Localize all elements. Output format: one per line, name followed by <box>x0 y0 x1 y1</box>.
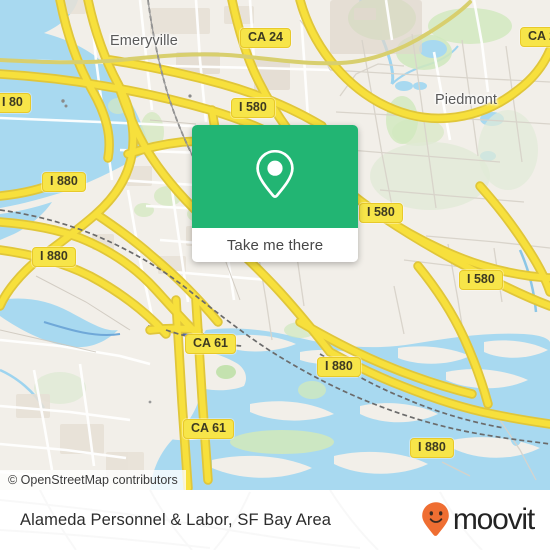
osm-attribution-text: © OpenStreetMap contributors <box>8 473 178 487</box>
road-shield-i580-north[interactable]: I 580 <box>231 98 275 118</box>
road-shield-ca2-clipped[interactable]: CA 2 <box>520 27 550 47</box>
map-canvas[interactable]: Emeryville Piedmont CA 24 CA 2 I 80 I 58… <box>0 0 550 490</box>
road-shield-ca61-lower[interactable]: CA 61 <box>183 419 234 439</box>
moovit-brand[interactable]: moovit <box>421 490 535 550</box>
map-screenshot: Emeryville Piedmont CA 24 CA 2 I 80 I 58… <box>0 0 550 550</box>
road-shield-i880-estuary[interactable]: I 880 <box>317 357 361 377</box>
moovit-smiley-pin-icon <box>422 502 449 536</box>
take-me-there-button[interactable]: Take me there <box>192 228 358 262</box>
footer-place-title: Alameda Personnel & Labor, SF Bay Area <box>20 510 332 529</box>
road-shield-i880-west[interactable]: I 880 <box>32 247 76 267</box>
card-icon-area <box>192 125 358 228</box>
map-pin-icon <box>256 149 294 198</box>
place-label-piedmont: Piedmont <box>435 92 498 108</box>
road-shield-i880-southeast[interactable]: I 880 <box>410 438 454 458</box>
footer-bar: Alameda Personnel & Labor, SF Bay Area m… <box>0 490 550 550</box>
osm-attribution[interactable]: © OpenStreetMap contributors <box>0 470 186 490</box>
place-label-emeryville: Emeryville <box>110 33 178 49</box>
road-shield-ca61-upper[interactable]: CA 61 <box>185 334 236 354</box>
road-shield-i80[interactable]: I 80 <box>0 93 31 113</box>
road-shield-i880-upper[interactable]: I 880 <box>42 172 86 192</box>
location-info-card[interactable]: Take me there <box>192 125 358 262</box>
road-shield-ca24[interactable]: CA 24 <box>240 28 291 48</box>
moovit-wordmark: moovit <box>452 503 535 536</box>
road-shield-i580-mid[interactable]: I 580 <box>359 203 403 223</box>
road-shield-i580-east[interactable]: I 580 <box>459 270 503 290</box>
take-me-there-label: Take me there <box>226 236 324 254</box>
